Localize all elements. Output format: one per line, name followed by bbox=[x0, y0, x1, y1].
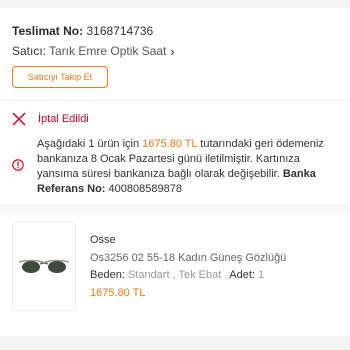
refund-amount: 1675.80 TL bbox=[142, 138, 198, 150]
bottom-spacer bbox=[0, 336, 350, 350]
divider bbox=[0, 100, 350, 101]
delivery-number-value: 3168714736 bbox=[86, 24, 154, 38]
bank-reference-value: 400808589878 bbox=[105, 183, 182, 195]
seller-label: Satıcı: bbox=[12, 44, 47, 58]
product-name[interactable]: Os3256 02 55-18 Kadın Güneş Gözlüğü bbox=[90, 252, 286, 264]
seller-link[interactable]: Satıcı: Tarık Emre Optik Saat › bbox=[12, 44, 175, 58]
delivery-number: Teslimat No: 3168714736 bbox=[12, 24, 153, 38]
seller-name: Tarık Emre Optik Saat bbox=[49, 44, 167, 58]
product-meta: Beden: Standart , Tek Ebat Adet: 1 bbox=[90, 269, 264, 281]
size-value: Standart , Tek Ebat bbox=[124, 269, 222, 281]
top-spacer bbox=[0, 0, 350, 8]
cancel-status-label: İptal Edildi bbox=[38, 113, 89, 125]
refund-notice-text-1: Aşağıdaki 1 ürün için bbox=[37, 138, 143, 150]
section-separator bbox=[0, 204, 350, 214]
product-brand[interactable]: Osse bbox=[90, 234, 116, 246]
product-price: 1675.80 TL bbox=[90, 287, 146, 299]
refund-notice: Aşağıdaki 1 ürün için 1675.80 TL tutarın… bbox=[37, 137, 343, 197]
cancel-status: İptal Edildi bbox=[12, 112, 89, 126]
chevron-right-icon: › bbox=[170, 43, 175, 59]
close-icon bbox=[12, 112, 26, 126]
sunglasses-icon bbox=[18, 259, 70, 273]
delivery-number-label: Teslimat No: bbox=[12, 24, 84, 38]
info-alert-icon bbox=[12, 159, 24, 171]
follow-seller-button[interactable]: Satıcıyı Takip Et bbox=[12, 66, 108, 88]
quantity-value: 1 bbox=[254, 269, 265, 281]
quantity-label: Adet: bbox=[229, 269, 255, 281]
product-image[interactable] bbox=[12, 221, 76, 311]
size-label: Beden: bbox=[90, 269, 125, 281]
